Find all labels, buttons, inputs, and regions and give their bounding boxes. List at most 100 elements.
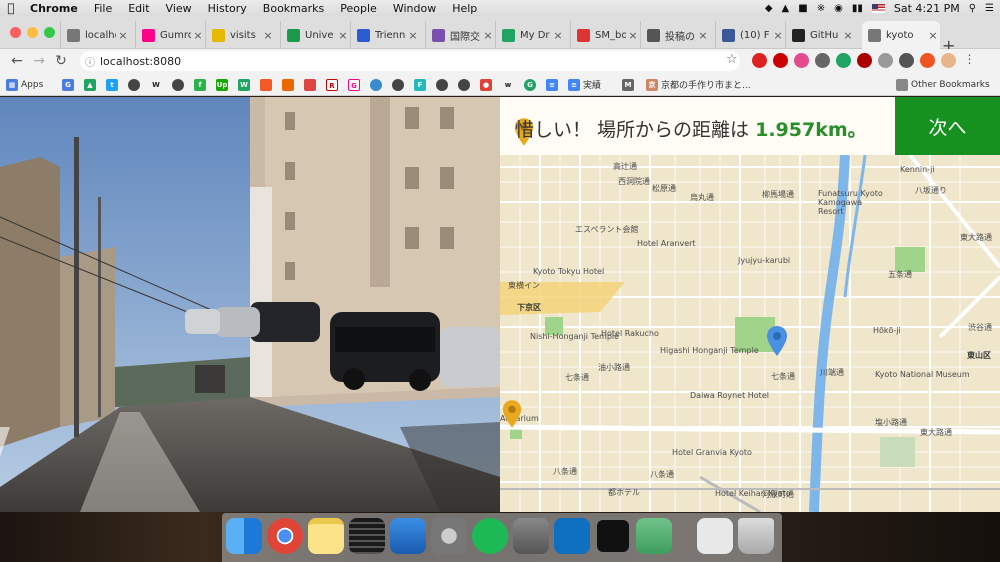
menu-history[interactable]: History	[200, 2, 255, 15]
bookmark-w[interactable]: W	[238, 78, 253, 91]
minimize-window-button[interactable]	[27, 27, 38, 38]
lock-icon[interactable]: ■	[798, 3, 807, 14]
tab[interactable]: Unive ×	[280, 21, 350, 49]
tab-close-icon[interactable]: ×	[926, 29, 940, 42]
bookmark-jisseki[interactable]: ≡ 実績	[568, 78, 601, 91]
clock[interactable]: Sat 4:21 PM	[894, 2, 960, 15]
bookmark-apps[interactable]: ▦ Apps	[6, 78, 43, 91]
extension-share-icon[interactable]	[899, 53, 914, 68]
guess-map[interactable]: 高辻通 西洞院通 松原通 烏丸通 柳馬場通 Funatsuru Kyoto Kamogaw…	[500, 97, 1000, 512]
extension-vivaldi-icon[interactable]	[752, 53, 767, 68]
menu-bookmarks[interactable]: Bookmarks	[255, 2, 332, 15]
terminal-icon[interactable]	[595, 518, 631, 554]
bookmark-star-icon[interactable]: ☆	[726, 52, 738, 67]
tab-close-icon[interactable]: ×	[116, 29, 130, 42]
preview-icon[interactable]	[636, 518, 672, 554]
tab-close-icon[interactable]: ×	[406, 29, 420, 42]
bookmark-wikipedia[interactable]: W	[150, 78, 165, 91]
bookmark-grammarly[interactable]: G	[524, 78, 539, 91]
next-button[interactable]: 次へ	[895, 97, 1000, 155]
system-preferences-icon[interactable]	[431, 518, 467, 554]
music-file-icon[interactable]	[697, 518, 733, 554]
address-bar[interactable]: ⓘ localhost:8080	[80, 51, 740, 71]
tab-close-icon[interactable]: ×	[626, 29, 640, 42]
bookmark-fiverr[interactable]	[260, 78, 275, 91]
tab-close-icon[interactable]: ×	[481, 29, 495, 42]
bookmark-globe-2[interactable]	[172, 78, 187, 91]
spotlight-search-icon[interactable]: ⚲	[969, 3, 976, 14]
battery-icon[interactable]: ▮▮	[852, 3, 863, 14]
bookmark-globe-5[interactable]	[436, 78, 451, 91]
bookmark-globe-1[interactable]	[128, 78, 143, 91]
extension-pink-icon[interactable]	[794, 53, 809, 68]
extension-red-icon[interactable]	[920, 53, 935, 68]
bookmark-maps[interactable]: ●	[480, 78, 495, 91]
tab-close-icon[interactable]: ×	[841, 29, 855, 42]
zoom-window-button[interactable]	[44, 27, 55, 38]
bookmark-gumroad[interactable]: G	[348, 78, 363, 91]
tab-close-icon[interactable]: ×	[191, 29, 205, 42]
drive-icon[interactable]: ▲	[782, 3, 790, 14]
menu-people[interactable]: People	[332, 2, 385, 15]
tab[interactable]: 投稿の ×	[640, 21, 710, 49]
calculator-icon[interactable]	[513, 518, 549, 554]
tab-close-icon[interactable]: ×	[551, 29, 565, 42]
tab-close-icon[interactable]: ×	[261, 29, 275, 42]
tab-close-icon[interactable]: ×	[696, 29, 710, 42]
finder-icon[interactable]	[226, 518, 262, 554]
tab-close-icon[interactable]: ×	[336, 29, 350, 42]
menu-app-name[interactable]: Chrome	[22, 2, 86, 15]
keynote-icon[interactable]	[390, 518, 426, 554]
notification-center-icon[interactable]: ☰	[985, 3, 994, 14]
bookmark-other[interactable]: Other Bookmarks	[896, 78, 990, 91]
bookmark-globe-4[interactable]	[392, 78, 407, 91]
reload-icon[interactable]: ↻	[50, 53, 72, 69]
bookmark-drive[interactable]: ▲	[84, 78, 99, 91]
back-arrow-icon[interactable]: ←	[6, 53, 28, 69]
profile-avatar[interactable]	[941, 53, 956, 68]
tab[interactable]: Trienn ×	[350, 21, 420, 49]
menu-help[interactable]: Help	[444, 2, 485, 15]
extension-ublock-icon[interactable]	[857, 53, 872, 68]
bookmark-globe-6[interactable]	[458, 78, 473, 91]
input-source-flag-icon[interactable]	[871, 3, 885, 13]
tab[interactable]: SM_bo ×	[570, 21, 640, 49]
street-view-panorama[interactable]	[0, 97, 500, 512]
tab[interactable]: (10) F ×	[715, 21, 785, 49]
bookmark-wabi[interactable]: w	[502, 78, 517, 91]
forward-arrow-icon[interactable]: →	[28, 53, 50, 69]
tab[interactable]: kyoto ×	[862, 21, 940, 49]
bookmark-globe-3[interactable]	[370, 78, 385, 91]
bookmark-flag[interactable]: F	[414, 78, 429, 91]
close-window-button[interactable]	[10, 27, 21, 38]
tab[interactable]: localho×	[60, 21, 130, 49]
tab[interactable]: Gumro ×	[135, 21, 205, 49]
extension-grammarly-icon[interactable]	[836, 53, 851, 68]
extension-gray-icon[interactable]	[878, 53, 893, 68]
menu-edit[interactable]: Edit	[120, 2, 157, 15]
menu-file[interactable]: File	[86, 2, 120, 15]
bookmark-twitter[interactable]: t	[106, 78, 121, 91]
tab[interactable]: My Dr ×	[495, 21, 565, 49]
chrome-icon[interactable]	[267, 518, 303, 554]
chrome-menu-icon[interactable]: ⋮	[962, 53, 977, 68]
bookmark-docs[interactable]: ≡	[546, 78, 561, 91]
wifi-icon[interactable]: ◉	[834, 3, 843, 14]
bookmark-feedly[interactable]: f	[194, 78, 209, 91]
bookmark-mail[interactable]: M	[622, 78, 637, 91]
extension-adblock-icon[interactable]	[773, 53, 788, 68]
bookmark-upwork[interactable]: Up	[216, 78, 231, 91]
apple-icon[interactable]: 	[0, 1, 22, 15]
notes-icon[interactable]	[308, 518, 344, 554]
bookmark-translate[interactable]: G	[62, 78, 77, 91]
tab[interactable]: 国際交 ×	[425, 21, 495, 49]
tab-close-icon[interactable]: ×	[771, 29, 785, 42]
bookmark-rakuten[interactable]: R	[326, 78, 341, 91]
bluetooth-icon[interactable]: ※	[817, 3, 825, 14]
bookmark-dmm[interactable]	[282, 78, 297, 91]
spotify-icon[interactable]	[472, 518, 508, 554]
vscode-icon[interactable]	[554, 518, 590, 554]
info-icon[interactable]: ⓘ	[80, 54, 100, 69]
menu-window[interactable]: Window	[385, 2, 444, 15]
trash-icon[interactable]	[738, 518, 774, 554]
